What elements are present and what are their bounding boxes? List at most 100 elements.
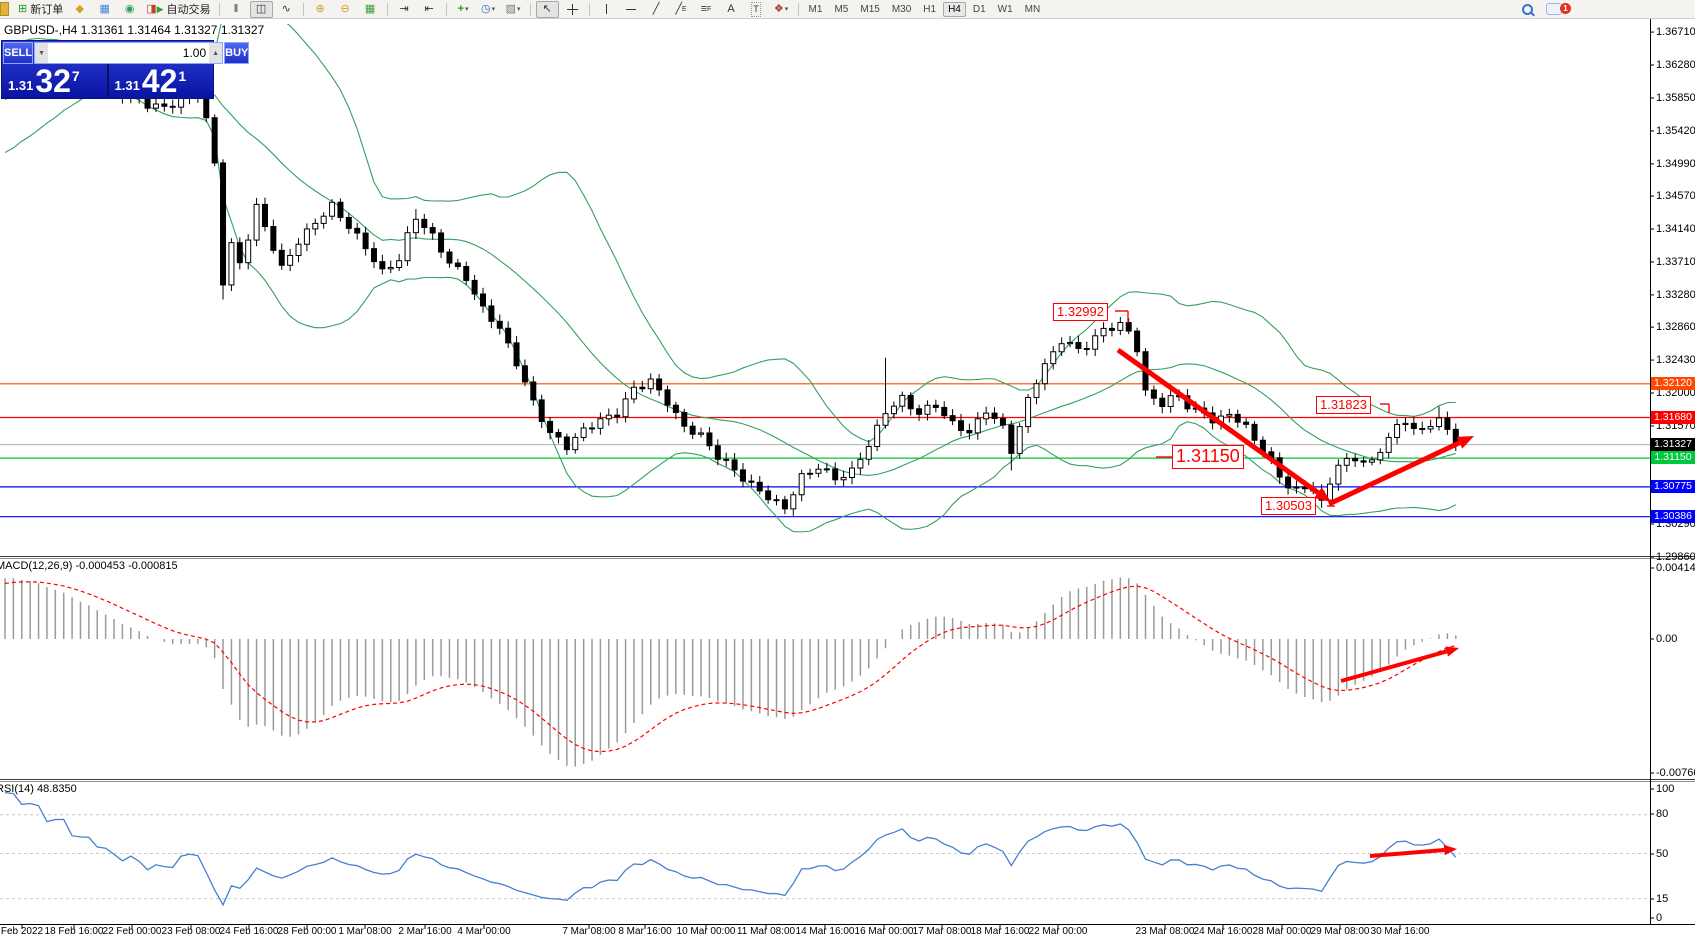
indicators-button[interactable]: +▾: [452, 1, 475, 18]
sell-price-display[interactable]: 1.31 32 7: [2, 64, 107, 97]
price-annotation[interactable]: 1.31823: [1316, 396, 1371, 414]
price-level-label: 1.31327: [1651, 438, 1695, 451]
price-tick-label: 1.34990: [1656, 158, 1695, 170]
buy-price-sup: 1: [178, 68, 186, 84]
timeframe-m15[interactable]: M15: [855, 2, 884, 17]
text-tool-button[interactable]: A: [720, 1, 743, 18]
buy-button[interactable]: BUY: [224, 42, 249, 64]
horizontal-line-button[interactable]: [620, 1, 643, 18]
price-tick-label: 1.34570: [1656, 190, 1695, 202]
timeframe-h4[interactable]: H4: [943, 2, 966, 17]
buy-price-display[interactable]: 1.31 42 1: [107, 64, 214, 97]
line-chart-button[interactable]: ∿: [275, 1, 298, 18]
zoom-out-icon: ⊖: [340, 3, 349, 16]
auto-scroll-button[interactable]: ⇥: [393, 1, 416, 18]
timeframe-m1[interactable]: M1: [804, 2, 828, 17]
channel-icon: ╱: [675, 3, 682, 16]
shapes-icon: ❖: [774, 3, 784, 16]
profiles-button[interactable]: ◆: [68, 1, 91, 18]
time-tick-label: 30 Mar 16:00: [1352, 926, 1448, 937]
price-level-label: 1.31150: [1651, 451, 1695, 464]
equidistant-channel-button[interactable]: ╱E: [670, 1, 693, 18]
bar-chart-icon: ‖: [234, 3, 239, 16]
channel-letter: E: [682, 6, 687, 13]
price-tick-label: 1.33710: [1656, 256, 1695, 268]
macd-indicator-label: MACD(12,26,9) -0.000453 -0.000815: [0, 560, 178, 572]
price-annotation[interactable]: 1.30503: [1261, 497, 1316, 515]
chevron-down-icon: ▾: [465, 5, 469, 13]
price-tick-label: 1.33280: [1656, 289, 1695, 301]
chevron-down-icon: ▾: [517, 5, 521, 13]
trendline-button[interactable]: ╱: [645, 1, 668, 18]
price-level-label: 1.32120: [1651, 377, 1695, 390]
indicator-tick-label: 80: [1656, 808, 1668, 820]
indicators-icon: +: [458, 3, 464, 16]
timeframe-w1[interactable]: W1: [993, 2, 1018, 17]
timeframe-m5[interactable]: M5: [829, 2, 853, 17]
new-order-label: 新订单: [30, 1, 63, 17]
notifications-button[interactable]: 1: [1542, 1, 1565, 18]
cursor-button[interactable]: ↖: [536, 1, 559, 18]
autotrading-label: 自动交易: [167, 1, 211, 17]
buy-price-small: 1.31: [115, 78, 140, 93]
chart-title: GBPUSD-,H4 1.31361 1.31464 1.31327 1.313…: [4, 23, 264, 37]
time-tick-label: 4 Mar 00:00: [436, 926, 532, 937]
zoom-in-icon: ⊕: [315, 3, 324, 16]
templates-icon: ▧: [506, 3, 516, 16]
price-annotation[interactable]: 1.31150: [1172, 445, 1244, 469]
vertical-line-button[interactable]: [595, 1, 618, 18]
indicator-tick-label: 15: [1656, 893, 1668, 905]
timeframe-group: M1M5M15M30H1H4D1W1MN: [803, 2, 1047, 17]
volume-increase-button[interactable]: ▲: [209, 43, 222, 63]
separator: [798, 3, 799, 16]
fibonacci-button[interactable]: ≡F: [695, 1, 718, 18]
market-watch-button[interactable]: ▦: [93, 1, 116, 18]
sell-price-big: 32: [35, 66, 71, 96]
periods-icon: ◷: [481, 3, 491, 16]
zoom-in-button[interactable]: ⊕: [309, 1, 332, 18]
search-button[interactable]: [1516, 1, 1539, 18]
chevron-down-icon: ▾: [492, 5, 496, 13]
clipped-icon: [0, 2, 9, 16]
crosshair-button[interactable]: [561, 1, 584, 18]
periods-button[interactable]: ◷▾: [477, 1, 500, 18]
volume-control: ▼ ▲: [34, 42, 223, 64]
price-level-label: 1.30386: [1651, 510, 1695, 523]
label-tool-button[interactable]: T: [745, 1, 768, 18]
navigator-button[interactable]: ◉: [118, 1, 141, 18]
sell-price-sup: 7: [72, 68, 80, 84]
timeframe-d1[interactable]: D1: [968, 2, 991, 17]
price-annotation[interactable]: 1.32992: [1053, 303, 1108, 321]
cursor-icon: ↖: [542, 3, 551, 16]
zoom-out-button[interactable]: ⊖: [334, 1, 357, 18]
candlestick-chart-button[interactable]: ◫: [250, 1, 273, 18]
timeframe-m30[interactable]: M30: [887, 2, 916, 17]
new-order-button[interactable]: ⊞ 新订单: [15, 1, 66, 18]
autotrading-button[interactable]: ◨ ▶ 自动交易: [143, 1, 213, 18]
chart-canvas[interactable]: [0, 0, 1695, 940]
separator: [446, 3, 447, 16]
price-tick-label: 1.35420: [1656, 125, 1695, 137]
separator: [387, 3, 388, 16]
price-level-label: 1.30775: [1651, 480, 1695, 493]
chart-shift-button[interactable]: ⇤: [418, 1, 441, 18]
time-tick-label: 22 Mar 00:00: [1010, 926, 1106, 937]
label-tool-icon: T: [751, 2, 761, 17]
auto-scroll-icon: ⇥: [399, 3, 408, 16]
timeframe-mn[interactable]: MN: [1020, 2, 1046, 17]
tile-windows-icon: ▦: [365, 3, 375, 16]
vertical-line-icon: [606, 4, 607, 14]
sell-price-small: 1.31: [8, 78, 33, 93]
timeframe-h1[interactable]: H1: [918, 2, 941, 17]
rsi-indicator-label: RSI(14) 48.8350: [0, 783, 77, 795]
templates-button[interactable]: ▧▾: [502, 1, 525, 18]
candlestick-chart-icon: ◫: [256, 3, 266, 16]
tile-windows-button[interactable]: ▦: [359, 1, 382, 18]
sell-button[interactable]: SELL: [3, 42, 33, 64]
shapes-button[interactable]: ❖▾: [770, 1, 793, 18]
bar-chart-button[interactable]: ‖: [225, 1, 248, 18]
price-level-label: 1.31680: [1651, 411, 1695, 424]
separator: [219, 3, 220, 16]
volume-decrease-button[interactable]: ▼: [35, 43, 48, 63]
volume-input[interactable]: [48, 43, 209, 63]
